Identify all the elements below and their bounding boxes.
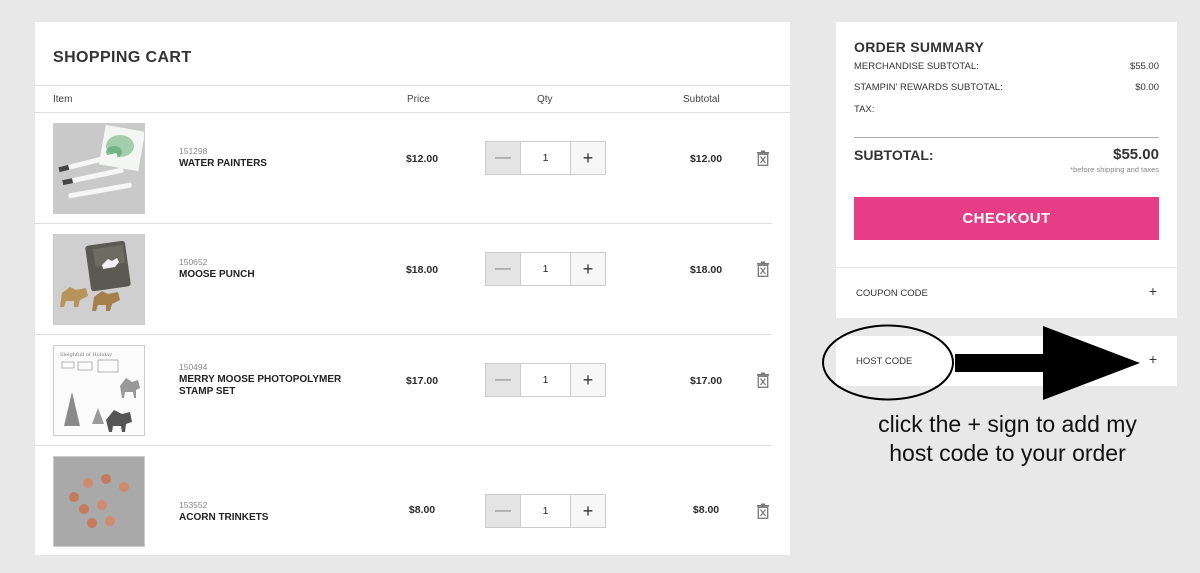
trash-icon[interactable]	[756, 261, 770, 277]
rewards-subtotal-line: STAMPIN' REWARDS SUBTOTAL: $0.00	[854, 82, 1159, 93]
tax-label: TAX:	[854, 104, 875, 115]
item-subtotal: $18.00	[689, 264, 723, 276]
header-item: Item	[53, 94, 73, 105]
stamp-set-photo[interactable]: Sleighfull of Holiday	[53, 345, 145, 436]
trash-icon[interactable]	[756, 372, 770, 388]
item-name[interactable]: MOOSE PUNCH	[179, 269, 369, 281]
coupon-code-label: COUPON CODE	[856, 288, 928, 299]
arrow-right-icon	[955, 326, 1140, 400]
quantity-value[interactable]: 1	[521, 142, 570, 174]
item-sku: 153552	[179, 500, 208, 510]
tax-line: TAX:	[854, 104, 1159, 115]
host-code-expand-button[interactable]: +	[1149, 351, 1157, 367]
item-subtotal: $8.00	[692, 504, 720, 516]
merchandise-subtotal-line: MERCHANDISE SUBTOTAL: $55.00	[854, 61, 1159, 72]
quantity-value[interactable]: 1	[521, 253, 570, 285]
item-name[interactable]: ACORN TRINKETS	[179, 512, 369, 524]
decrease-qty-button[interactable]: —	[486, 364, 521, 396]
quantity-value[interactable]: 1	[521, 364, 570, 396]
item-sku: 150652	[179, 257, 208, 267]
item-sku: 151298	[179, 146, 208, 156]
coupon-expand-button[interactable]: +	[1149, 283, 1157, 299]
coupon-code-toggle[interactable]: COUPON CODE +	[836, 268, 1177, 318]
decrease-qty-button[interactable]: —	[486, 495, 521, 527]
subtotal-label: SUBTOTAL:	[854, 147, 934, 163]
decrease-qty-button[interactable]: —	[486, 253, 521, 285]
quantity-stepper: — 1 +	[485, 363, 606, 397]
rewards-subtotal-label: STAMPIN' REWARDS SUBTOTAL:	[854, 82, 1003, 93]
instruction-line-1: click the + sign to add my	[878, 411, 1137, 437]
subtotal-note: *before shipping and taxes	[1070, 165, 1159, 174]
item-price: $17.00	[405, 375, 439, 387]
rewards-subtotal-value: $0.00	[1135, 82, 1159, 93]
acorn-trinkets-photo[interactable]	[53, 456, 145, 547]
summary-divider	[854, 137, 1159, 138]
highlight-circle-icon	[822, 324, 954, 401]
merchandise-subtotal-label: MERCHANDISE SUBTOTAL:	[854, 61, 979, 72]
shopping-cart-panel: SHOPPING CART Item Price Qty Subtotal 15…	[35, 22, 790, 555]
item-name[interactable]: WATER PAINTERS	[179, 158, 369, 170]
cart-row: Sleighfull of Holiday 150494 MERRY MOOSE…	[35, 335, 772, 446]
moose-punch-photo[interactable]	[53, 234, 145, 325]
item-subtotal: $17.00	[689, 375, 723, 387]
header-qty: Qty	[537, 94, 553, 105]
subtotal-value: $55.00	[1113, 146, 1159, 163]
item-sku: 150494	[179, 362, 208, 372]
instruction-text: click the + sign to add my host code to …	[840, 410, 1175, 468]
decrease-qty-button[interactable]: —	[486, 142, 521, 174]
item-price: $8.00	[408, 504, 436, 516]
quantity-value[interactable]: 1	[521, 495, 570, 527]
header-price: Price	[407, 94, 430, 105]
merchandise-subtotal-value: $55.00	[1129, 61, 1159, 72]
trash-icon[interactable]	[756, 503, 770, 519]
cart-row: 150652 MOOSE PUNCH $18.00 — 1 + $18.00	[35, 224, 772, 335]
increase-qty-button[interactable]: +	[570, 142, 605, 174]
item-price: $18.00	[405, 264, 439, 276]
quantity-stepper: — 1 +	[485, 252, 606, 286]
quantity-stepper: — 1 +	[485, 141, 606, 175]
svg-text:Sleighfull of Holiday: Sleighfull of Holiday	[60, 352, 112, 358]
checkout-button[interactable]: CHECKOUT	[854, 197, 1159, 240]
water-painters-photo[interactable]	[53, 123, 145, 214]
item-subtotal: $12.00	[689, 153, 723, 165]
trash-icon[interactable]	[756, 150, 770, 166]
header-subtotal: Subtotal	[683, 94, 720, 105]
instruction-line-2: host code to your order	[889, 440, 1126, 466]
summary-title: ORDER SUMMARY	[854, 39, 985, 55]
increase-qty-button[interactable]: +	[570, 495, 605, 527]
item-name[interactable]: MERRY MOOSE PHOTOPOLYMER STAMP SET	[179, 374, 369, 398]
item-price: $12.00	[405, 153, 439, 165]
cart-row: 151298 WATER PAINTERS $12.00 — 1 + $12.0…	[35, 113, 772, 224]
increase-qty-button[interactable]: +	[570, 364, 605, 396]
cart-title: SHOPPING CART	[53, 49, 192, 66]
increase-qty-button[interactable]: +	[570, 253, 605, 285]
cart-table-header: Item Price Qty Subtotal	[35, 85, 790, 113]
cart-row: 153552 ACORN TRINKETS $8.00 — 1 + $8.00	[35, 446, 772, 557]
order-summary-panel: ORDER SUMMARY MERCHANDISE SUBTOTAL: $55.…	[836, 22, 1177, 267]
quantity-stepper: — 1 +	[485, 494, 606, 528]
